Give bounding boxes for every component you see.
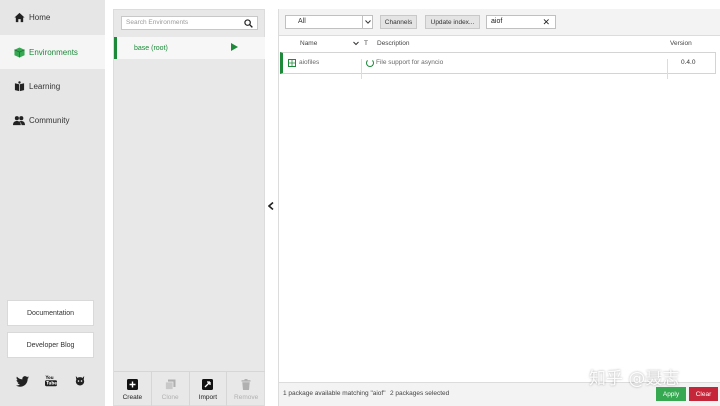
status-text: 1 package available matching "aiof" (283, 390, 386, 397)
package-description: File support for asyncio (376, 59, 444, 66)
column-description[interactable]: Description (377, 40, 410, 47)
column-type[interactable]: T (364, 40, 368, 47)
create-button[interactable]: Create (114, 372, 152, 406)
package-version: 0.4.0 (681, 59, 696, 66)
plus-icon (126, 378, 138, 390)
search-icon[interactable] (244, 19, 253, 28)
import-icon (202, 378, 214, 390)
column-name[interactable]: Name (300, 40, 317, 47)
collapse-panel-icon[interactable] (267, 200, 275, 212)
column-divider (361, 59, 362, 79)
nav-item-label: Learning (29, 81, 61, 91)
clone-button[interactable]: Clone (152, 372, 190, 406)
environment-item-base[interactable]: base (root) (114, 37, 265, 59)
clone-icon (164, 379, 176, 390)
chevron-down-icon[interactable] (362, 15, 372, 29)
trash-icon (241, 378, 252, 390)
column-divider (667, 59, 668, 79)
search-placeholder: Search Environments (126, 19, 189, 26)
package-name: aiofiles (299, 59, 320, 66)
filter-value: All (298, 18, 306, 25)
create-label: Create (122, 393, 143, 401)
nav-item-label: Home (29, 12, 51, 22)
nav-item-home[interactable]: Home (0, 0, 105, 34)
checkbox-icon[interactable] (288, 59, 296, 67)
update-index-button[interactable]: Update index... (425, 15, 480, 29)
table-row[interactable]: aiofiles File support for asyncio 0.4.0 (280, 52, 716, 79)
column-version[interactable]: Version (670, 40, 692, 47)
apply-button[interactable]: Apply (656, 387, 686, 401)
selected-count: 2 packages selected (390, 390, 450, 397)
packages-toolbar: All Channels Update index... aiof ✕ (279, 9, 720, 36)
environments-panel: Search Environments base (root) Create C… (113, 9, 265, 406)
nav-item-community[interactable]: Community (0, 103, 105, 137)
svg-text:You: You (45, 375, 54, 380)
book-icon (13, 80, 25, 92)
import-label: Import (198, 393, 218, 401)
channels-button[interactable]: Channels (380, 15, 417, 29)
documentation-button[interactable]: Documentation (7, 300, 94, 326)
package-filter-select[interactable]: All (285, 15, 373, 29)
remove-button[interactable]: Remove (227, 372, 265, 406)
youtube-icon[interactable]: You Tube (44, 374, 58, 388)
svg-text:Tube: Tube (46, 381, 57, 386)
nav-item-learning[interactable]: Learning (0, 69, 105, 103)
environment-name: base (root) (134, 44, 168, 52)
sort-chevron-icon[interactable] (353, 38, 359, 50)
clone-label: Clone (161, 393, 179, 401)
home-icon (13, 11, 25, 23)
close-icon[interactable]: ✕ (542, 16, 550, 28)
packages-footer: 1 package available matching "aiof" 2 pa… (279, 382, 720, 406)
package-status-icon (366, 59, 374, 67)
play-icon[interactable] (231, 43, 238, 51)
environment-actions: Create Clone Import Remove (114, 371, 265, 406)
search-environments-input[interactable]: Search Environments (121, 16, 258, 30)
left-nav: Home Environments Learning Community Doc… (0, 0, 105, 406)
package-search-input[interactable]: aiof ✕ (486, 15, 556, 29)
cube-icon (13, 46, 25, 58)
packages-panel: All Channels Update index... aiof ✕ Name… (278, 9, 720, 406)
nav-item-label: Environments (29, 47, 78, 57)
remove-label: Remove (234, 393, 259, 401)
developer-blog-button[interactable]: Developer Blog (7, 332, 94, 358)
nav-item-environments[interactable]: Environments (0, 35, 105, 69)
packages-table-header: Name T Description Version (279, 38, 720, 51)
anaconda-navigator-window: Home Environments Learning Community Doc… (0, 0, 720, 406)
github-icon[interactable] (73, 374, 87, 388)
search-value: aiof (491, 18, 503, 25)
import-button[interactable]: Import (190, 372, 228, 406)
people-icon (13, 114, 25, 126)
twitter-icon[interactable] (15, 374, 29, 388)
nav-item-label: Community (29, 115, 70, 125)
clear-button[interactable]: Clear (689, 387, 718, 401)
